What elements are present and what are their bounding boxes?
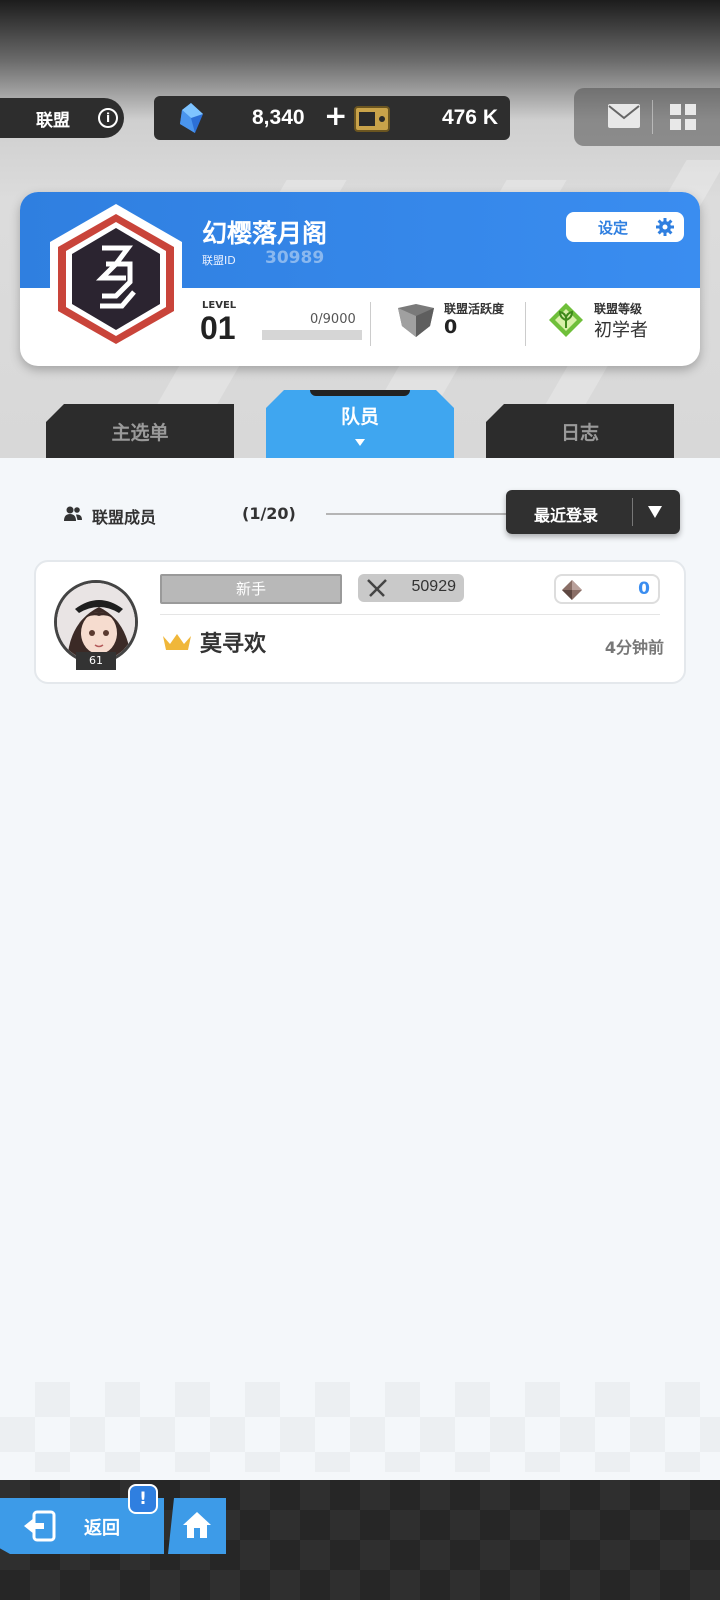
home-button[interactable] [168, 1498, 226, 1554]
coin-count: 476 K [441, 106, 498, 129]
activity-value: 0 [444, 316, 458, 338]
level-value: 01 [200, 310, 236, 346]
divider [160, 614, 660, 615]
tab-main-menu[interactable]: 主选单 [46, 404, 234, 458]
crossed-swords-icon [367, 579, 387, 597]
alliance-info-card: 幻樱落月阁 联盟ID 30989 设定 LEVEL 01 0/9000 联盟活跃… [20, 192, 700, 366]
divider [525, 302, 526, 346]
settings-button-label: 设定 [598, 218, 629, 237]
combat-power: 50929 [358, 574, 464, 602]
member-card[interactable]: 61 新手 50929 0 莫寻欢 4分钟前 [34, 560, 686, 684]
rank-label: 联盟等级 [594, 302, 643, 316]
add-gems-button[interactable]: + [324, 102, 347, 130]
resource-bar: 8,340 + 476 K [154, 96, 510, 140]
tab-label: 主选单 [111, 421, 169, 444]
member-last-login: 4分钟前 [604, 638, 664, 657]
member-title-badge: 新手 [160, 574, 342, 604]
sort-dropdown[interactable]: 最近登录 [506, 490, 680, 534]
alliance-rank-icon [549, 303, 583, 337]
tab-log[interactable]: 日志 [486, 404, 674, 458]
gem-count: 8,340 [252, 106, 305, 129]
divider [632, 498, 633, 526]
tab-members[interactable]: 队员 [266, 390, 454, 458]
background-pattern [0, 1382, 720, 1472]
alliance-name: 幻樱落月阁 [202, 219, 328, 248]
combat-power-value: 50929 [411, 578, 457, 595]
back-button-label: 返回 [84, 1518, 120, 1539]
contribution-value: 0 [638, 579, 650, 599]
divider [370, 302, 371, 346]
alliance-id-label: 联盟ID [202, 254, 236, 267]
home-icon [183, 1512, 211, 1538]
alliance-id-value: 30989 [265, 248, 325, 268]
exit-icon [24, 1510, 56, 1542]
grid-menu-icon[interactable] [670, 104, 696, 130]
top-right-actions [574, 88, 720, 146]
activity-label: 联盟活跃度 [444, 302, 505, 316]
members-icon [64, 506, 82, 521]
gem-icon [180, 103, 203, 133]
contribution: 0 [554, 574, 660, 604]
alliance-tab-label: 联盟 [36, 110, 70, 131]
divider [326, 513, 506, 515]
members-label: 联盟成员 [92, 508, 157, 527]
exp-text: 0/9000 [310, 312, 356, 327]
tab-top-accent [310, 390, 410, 396]
notification-badge: ! [128, 1484, 158, 1514]
currency-card-icon [354, 106, 390, 132]
contribution-gem-icon [562, 580, 582, 600]
member-name: 莫寻欢 [200, 632, 267, 657]
tab-label: 日志 [560, 421, 599, 444]
divider [652, 100, 653, 134]
sort-label: 最近登录 [534, 506, 599, 525]
gear-icon [656, 218, 674, 236]
tab-label: 队员 [340, 405, 379, 428]
exp-progress-bar [262, 330, 362, 340]
active-tab-indicator-icon [355, 439, 365, 446]
info-icon[interactable]: i [98, 108, 118, 128]
members-count: (1/20) [242, 504, 296, 523]
alliance-title-tab: 联盟 i [0, 98, 124, 138]
settings-button[interactable]: 设定 [566, 212, 684, 242]
rank-value: 初学者 [594, 320, 648, 341]
alliance-emblem-icon [50, 204, 182, 354]
activity-shield-icon [398, 304, 434, 337]
mail-icon[interactable] [608, 104, 640, 128]
chevron-down-icon [648, 506, 662, 518]
crown-icon [163, 634, 191, 650]
avatar-level-badge: 61 [76, 652, 116, 670]
